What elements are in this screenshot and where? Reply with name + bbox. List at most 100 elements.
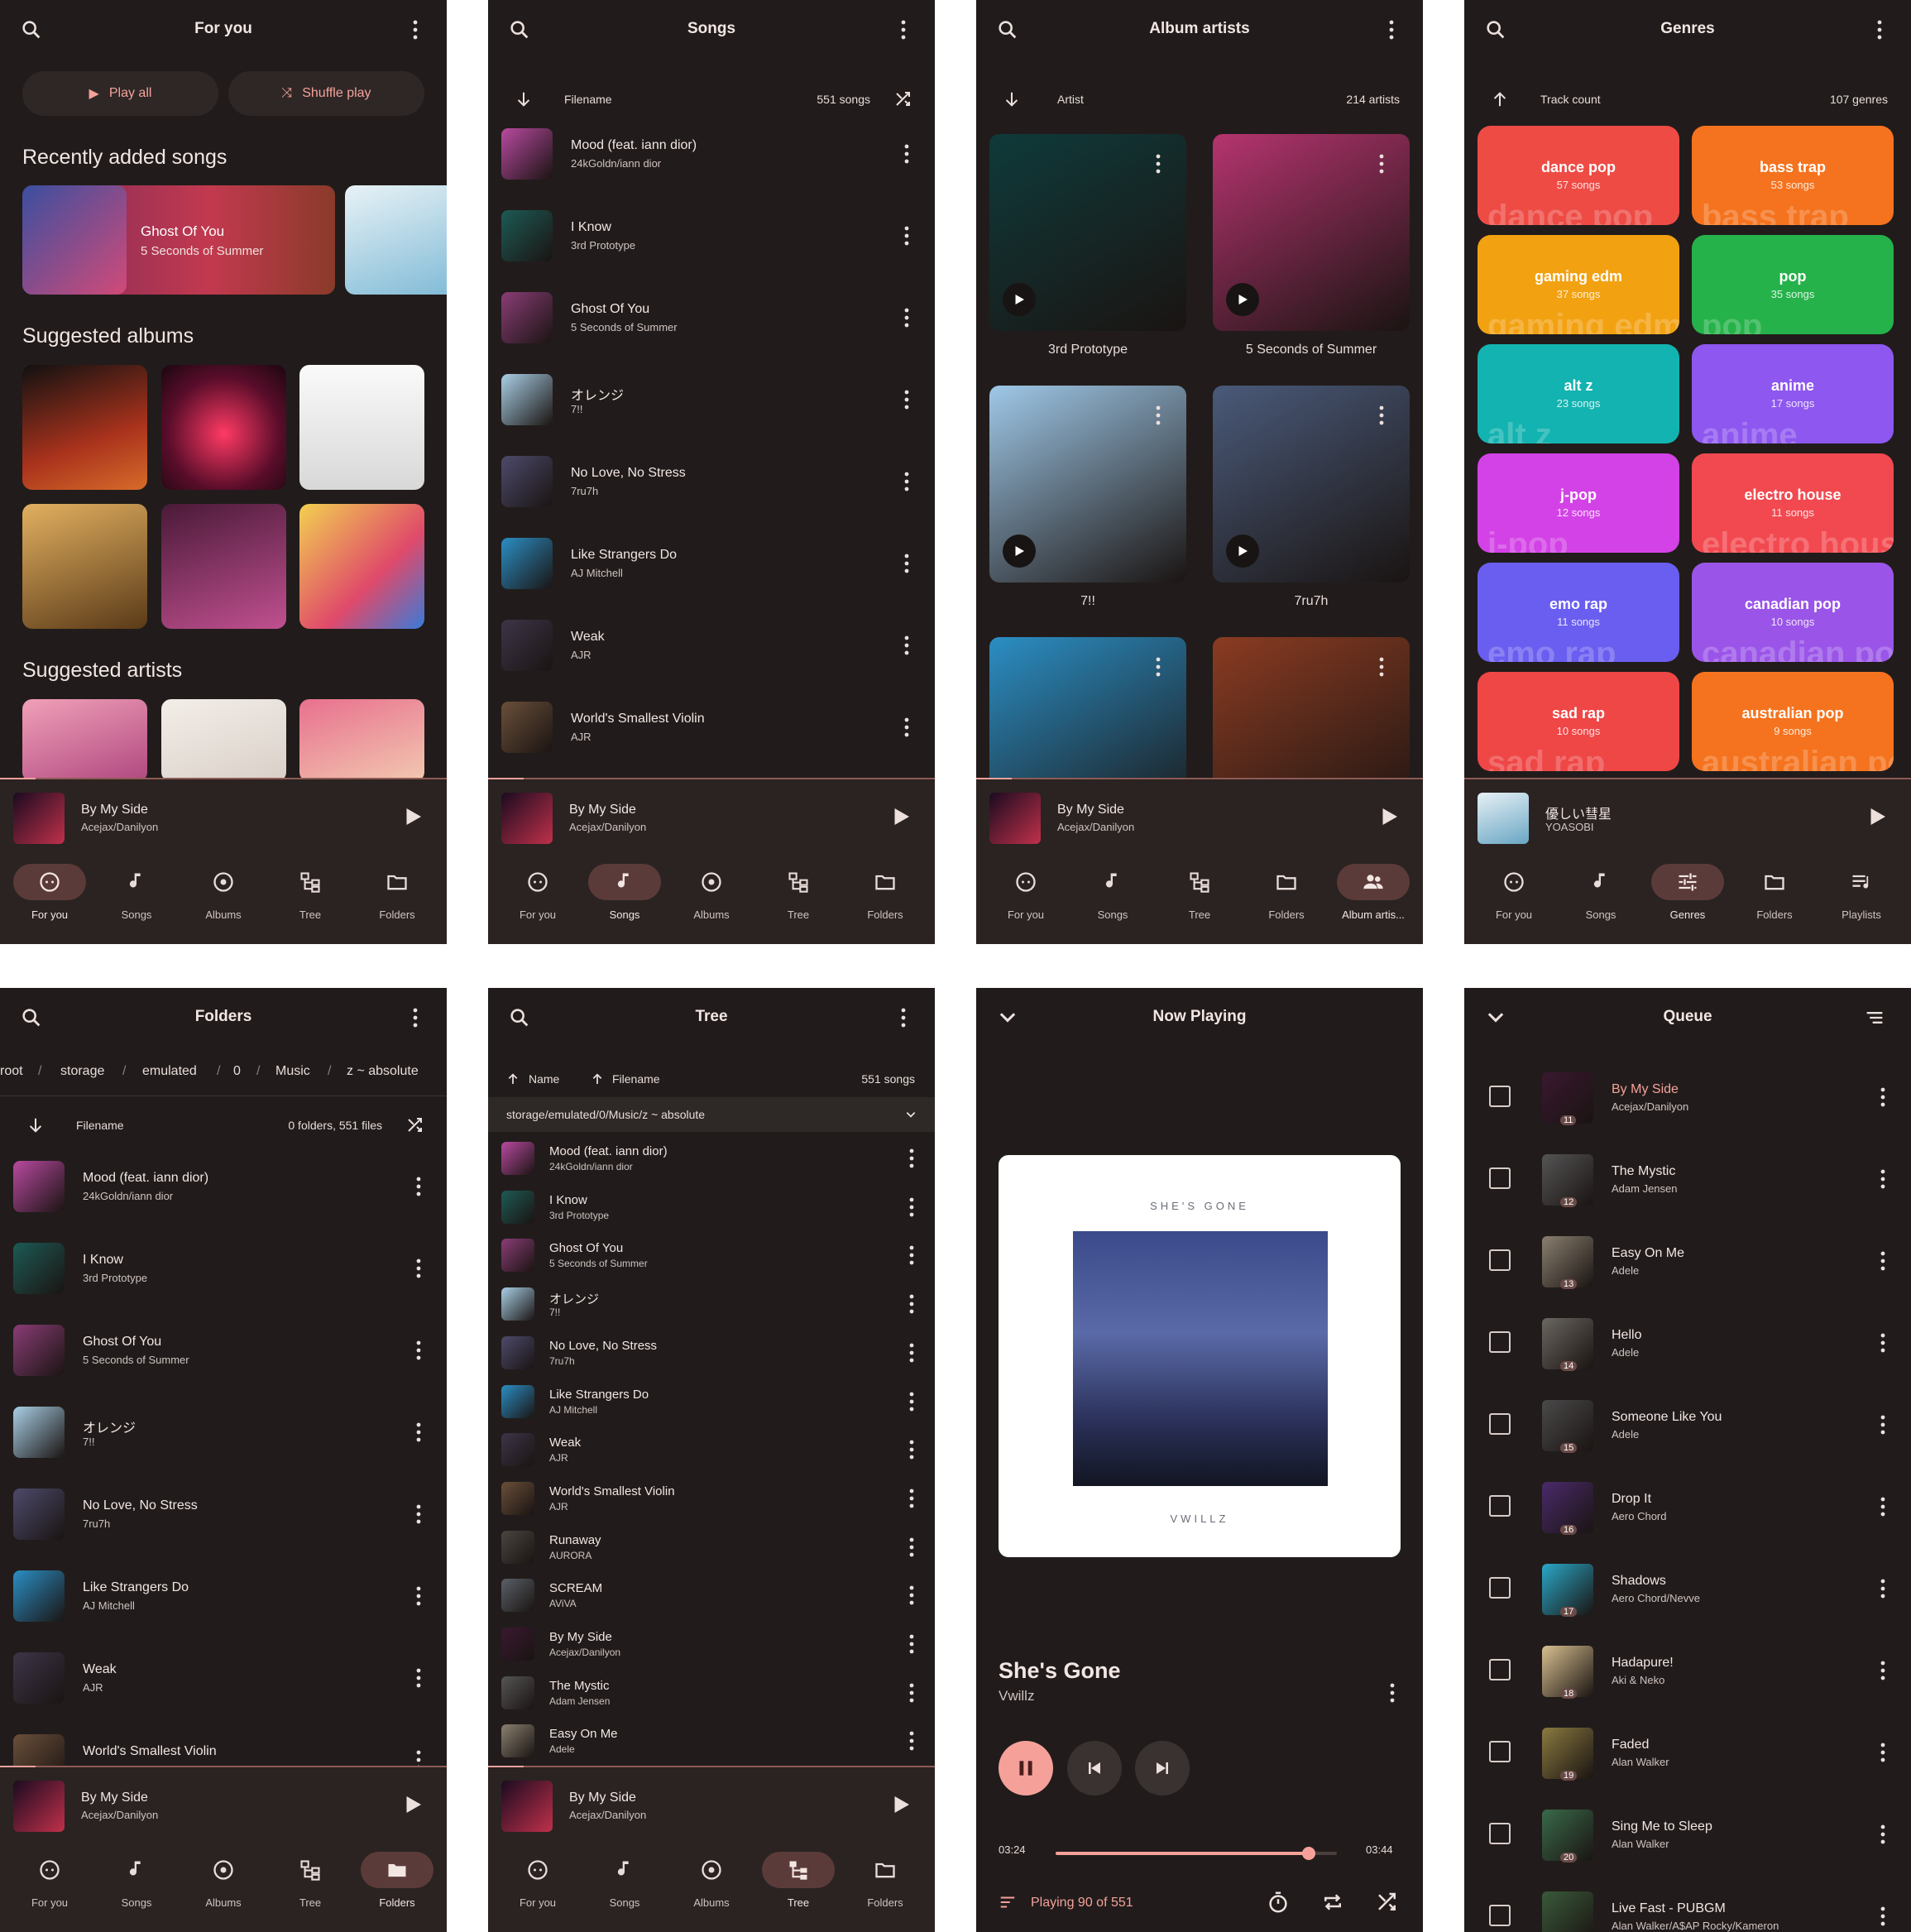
select-checkbox[interactable] (1489, 1495, 1511, 1517)
select-checkbox[interactable] (1489, 1905, 1511, 1926)
artist-card[interactable]: 3rd Prototype (989, 134, 1186, 357)
more-vert-icon[interactable] (898, 1242, 925, 1268)
queue-item[interactable]: 20 Sing Me to Sleep Alan Walker (1464, 1793, 1911, 1875)
list-item[interactable]: Ghost Of You 5 Seconds of Summer (488, 278, 935, 360)
repeat-icon[interactable] (1320, 1890, 1345, 1915)
more-vert-icon[interactable] (1145, 151, 1171, 177)
previous-button[interactable] (1067, 1741, 1122, 1795)
genre-card[interactable]: alt z 23 songs alt z (1478, 344, 1679, 443)
more-vert-icon[interactable] (893, 714, 920, 741)
select-checkbox[interactable] (1489, 1086, 1511, 1107)
play-icon[interactable] (1865, 804, 1889, 829)
shuffle-play-button[interactable]: ⤨ Shuffle play (228, 71, 424, 116)
mini-player[interactable]: By My Side Acejax/Danilyon (0, 1766, 447, 1840)
more-vert-icon[interactable] (893, 223, 920, 249)
select-checkbox[interactable] (1489, 1249, 1511, 1271)
more-vert-icon[interactable] (1870, 1084, 1896, 1110)
select-checkbox[interactable] (1489, 1413, 1511, 1435)
more-vert-icon[interactable] (1378, 17, 1405, 43)
nav-folders[interactable]: Folders (1731, 864, 1818, 930)
sort-label[interactable]: Filename (76, 1119, 124, 1132)
nav-albums[interactable]: Albums (668, 864, 754, 930)
next-button[interactable] (1135, 1741, 1190, 1795)
sleep-timer-icon[interactable] (1266, 1890, 1291, 1915)
select-checkbox[interactable] (1489, 1167, 1511, 1189)
list-item[interactable]: オレンジ 7!! (488, 1279, 935, 1328)
list-item[interactable]: By My Side Acejax/Danilyon (488, 1619, 935, 1668)
more-vert-icon[interactable] (898, 1680, 925, 1706)
nav-songs[interactable]: Songs (1558, 864, 1644, 930)
more-vert-icon[interactable] (1145, 402, 1171, 429)
more-vert-icon[interactable] (898, 1291, 925, 1317)
breadcrumb-item[interactable]: z ~ absolute (347, 1064, 419, 1079)
arrow-down-icon[interactable] (515, 89, 533, 109)
play-all-button[interactable]: ▶ Play all (22, 71, 218, 116)
suggested-artist[interactable] (299, 699, 424, 782)
nav-folders[interactable]: Folders (354, 864, 440, 930)
queue-position[interactable]: Playing 90 of 551 (1031, 1896, 1133, 1910)
nav-folders[interactable]: Folders (1243, 864, 1329, 930)
play-icon[interactable] (400, 804, 425, 829)
more-vert-icon[interactable] (402, 1004, 429, 1031)
more-vert-icon[interactable] (1870, 1412, 1896, 1438)
sort-filename-label[interactable]: Filename (612, 1072, 660, 1086)
queue-item[interactable]: 15 Someone Like You Adele (1464, 1383, 1911, 1465)
list-item[interactable]: The Mystic Adam Jensen (488, 1668, 935, 1717)
list-item[interactable]: Mood (feat. iann dior) 24kGoldn/iann dior (0, 1147, 447, 1229)
nav-tree[interactable]: Tree (1157, 864, 1243, 930)
more-vert-icon[interactable] (898, 1534, 925, 1560)
more-vert-icon[interactable] (893, 632, 920, 659)
more-vert-icon[interactable] (898, 1436, 925, 1463)
select-checkbox[interactable] (1489, 1659, 1511, 1680)
list-item[interactable]: Ghost Of You 5 Seconds of Summer (488, 1230, 935, 1279)
more-vert-icon[interactable] (898, 1485, 925, 1512)
genre-card[interactable]: dance pop 57 songs dance pop (1478, 126, 1679, 225)
mini-player[interactable]: By My Side Acejax/Danilyon (488, 778, 935, 852)
more-vert-icon[interactable] (405, 1255, 432, 1282)
breadcrumb-item[interactable]: root (0, 1064, 23, 1079)
nav-albums[interactable]: Albums (180, 864, 266, 930)
play-icon[interactable] (400, 1792, 425, 1817)
breadcrumb-item[interactable]: Music (275, 1064, 310, 1079)
nav-albums[interactable]: Albums (668, 1852, 754, 1918)
suggested-album[interactable] (161, 504, 286, 629)
mini-player[interactable]: 優しい彗星 YOASOBI (1464, 778, 1911, 852)
more-vert-icon[interactable] (1870, 1248, 1896, 1274)
nav-for-you[interactable]: For you (495, 1852, 581, 1918)
play-button[interactable] (1226, 535, 1259, 568)
select-checkbox[interactable] (1489, 1741, 1511, 1762)
list-item[interactable]: Like Strangers Do AJ Mitchell (488, 1377, 935, 1426)
recent-song-card-2[interactable] (345, 185, 447, 295)
suggested-album[interactable] (161, 365, 286, 490)
arrow-up-icon[interactable] (1491, 89, 1509, 109)
list-item[interactable]: World's Smallest Violin AJR (488, 1474, 935, 1522)
suggested-album[interactable] (299, 365, 424, 490)
queue-item[interactable]: 11 By My Side Acejax/Danilyon (1464, 1056, 1911, 1138)
list-item[interactable]: Mood (feat. iann dior) 24kGoldn/iann dior (488, 1134, 935, 1182)
nav-tree[interactable]: Tree (755, 1852, 841, 1918)
genre-card[interactable]: canadian pop 10 songs canadian pop (1692, 563, 1894, 662)
select-checkbox[interactable] (1489, 1331, 1511, 1353)
nav-songs[interactable]: Songs (93, 864, 180, 930)
queue-item[interactable]: 17 Shadows Aero Chord/Nevve (1464, 1547, 1911, 1629)
queue-item[interactable]: 18 Hadapure! Aki & Neko (1464, 1629, 1911, 1711)
more-vert-icon[interactable] (893, 141, 920, 167)
more-vert-icon[interactable] (1145, 654, 1171, 680)
genre-card[interactable]: australian pop 9 songs australian pop (1692, 672, 1894, 771)
genre-card[interactable]: gaming edm 37 songs gaming edm (1478, 235, 1679, 334)
nav-albums[interactable]: Albums (180, 1852, 266, 1918)
more-vert-icon[interactable] (893, 468, 920, 495)
mini-player[interactable]: By My Side Acejax/Danilyon (0, 778, 447, 852)
list-item[interactable]: オレンジ 7!! (0, 1393, 447, 1474)
nav-tree[interactable]: Tree (267, 1852, 353, 1918)
suggested-artist[interactable] (22, 699, 147, 782)
more-vert-icon[interactable] (893, 550, 920, 577)
list-item[interactable]: Runaway AURORA (488, 1522, 935, 1571)
more-vert-icon[interactable] (898, 1582, 925, 1608)
more-vert-icon[interactable] (890, 1004, 917, 1031)
queue-item[interactable]: 12 The Mystic Adam Jensen (1464, 1138, 1911, 1220)
more-vert-icon[interactable] (898, 1728, 925, 1754)
list-item[interactable]: Like Strangers Do AJ Mitchell (488, 524, 935, 606)
more-vert-icon[interactable] (405, 1173, 432, 1200)
play-button[interactable] (1003, 283, 1036, 316)
